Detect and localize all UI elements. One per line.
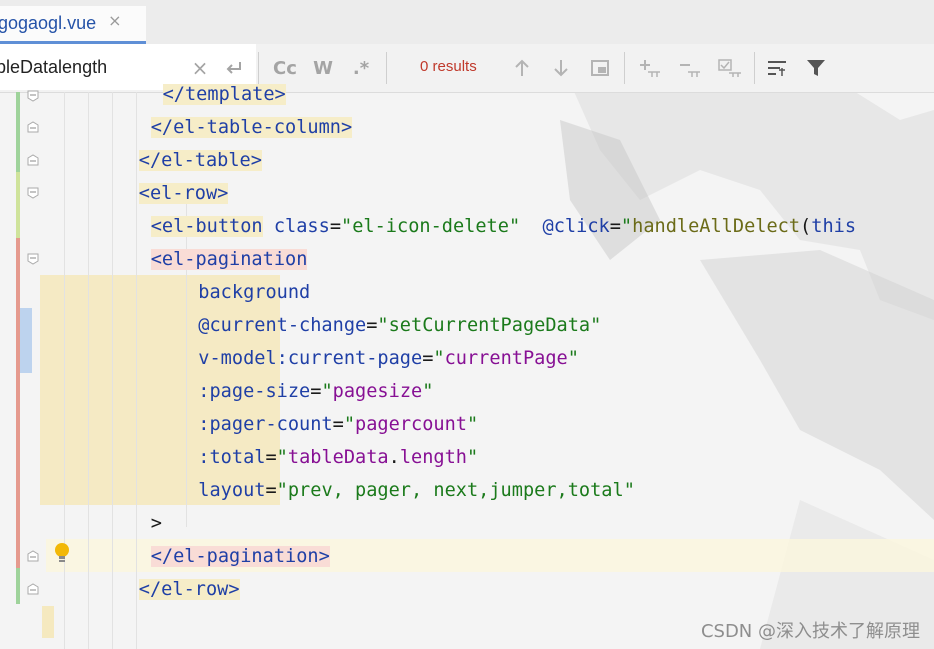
code-token: ": [433, 348, 445, 369]
code-token: ": [467, 447, 479, 468]
code-line[interactable]: :pager-count="pagercount": [198, 408, 478, 441]
code-token: =: [609, 216, 621, 237]
filter-icon[interactable]: [803, 54, 829, 82]
regex-icon[interactable]: .*: [348, 54, 374, 82]
code-token: <el-pagination: [150, 249, 308, 270]
code-line[interactable]: <el-button class="el-icon-delete" @click…: [150, 210, 857, 243]
code-token: handleAllDelect: [632, 216, 801, 237]
code-token: :page-size: [198, 381, 311, 402]
code-token: <el-button: [150, 216, 263, 237]
file-tab[interactable]: gogaogl.vue ×: [0, 6, 146, 44]
code-token: ": [620, 216, 633, 237]
next-occurrence-icon[interactable]: [549, 54, 573, 82]
words-icon[interactable]: W: [310, 54, 336, 82]
code-line[interactable]: layout="prev, pager, next,jumper,total": [198, 474, 635, 507]
code-editor[interactable]: </template> </el-table-column> </el-table>…: [0, 84, 934, 649]
code-token: @click: [542, 216, 610, 237]
add-selection-icon[interactable]: [636, 54, 664, 82]
code-token: ": [276, 447, 288, 468]
code-token: ": [567, 348, 579, 369]
code-line[interactable]: v-model:current-page="currentPage": [198, 342, 579, 375]
code-token: (: [800, 216, 812, 237]
editor-gutter: [0, 90, 46, 649]
fold-icon[interactable]: [27, 253, 39, 265]
editor-tab-bar: gogaogl.vue ×: [0, 0, 934, 45]
select-all-icon[interactable]: [588, 54, 612, 82]
code-token: v-model:current-page: [198, 348, 423, 369]
fold-icon[interactable]: [27, 550, 39, 562]
results-count: 0 results: [420, 58, 477, 75]
code-token: </el-pagination>: [150, 546, 330, 567]
code-line[interactable]: <el-pagination: [150, 243, 308, 276]
code-token: currentPage: [444, 348, 568, 369]
file-tab-label: gogaogl.vue: [0, 13, 97, 33]
code-token: layout: [198, 480, 266, 501]
find-bar: × Cc W .* 0 results: [0, 44, 934, 93]
code-line[interactable]: </el-pagination>: [150, 540, 330, 573]
close-icon[interactable]: ×: [108, 11, 121, 30]
code-token: :total: [198, 447, 266, 468]
code-token: >: [150, 513, 162, 534]
code-token: :pager-count: [198, 414, 333, 435]
code-line[interactable]: </template>: [162, 78, 286, 111]
code-token: =: [366, 315, 378, 336]
code-token: "setCurrentPageData": [377, 315, 602, 336]
code-line[interactable]: </el-table-column>: [150, 111, 353, 144]
fold-icon[interactable]: [27, 154, 39, 166]
code-line[interactable]: :page-size="pagesize": [198, 375, 433, 408]
code-line[interactable]: </el-row>: [138, 573, 240, 606]
code-token: =: [265, 480, 277, 501]
code-token: @current-change: [198, 315, 367, 336]
code-token: class: [273, 216, 330, 237]
code-token: </el-table-column>: [150, 117, 353, 138]
code-token: </template>: [162, 84, 286, 105]
code-line[interactable]: <el-row>: [138, 177, 229, 210]
code-token: .: [388, 447, 400, 468]
code-token: <el-row>: [138, 183, 229, 204]
toggle-selection-icon[interactable]: [715, 54, 745, 82]
code-line[interactable]: background: [198, 276, 310, 309]
code-token: background: [198, 282, 311, 303]
code-token: tableData: [287, 447, 389, 468]
code-token: =: [332, 414, 344, 435]
code-token: ": [467, 414, 479, 435]
fold-icon[interactable]: [27, 187, 39, 199]
code-token: </el-row>: [138, 579, 240, 600]
filter-options-icon[interactable]: [764, 54, 790, 82]
code-token: =: [265, 447, 277, 468]
code-line[interactable]: @current-change="setCurrentPageData": [198, 309, 601, 342]
code-token: =: [310, 381, 322, 402]
code-token: "el-icon-delete": [341, 216, 521, 237]
code-token: pagercount: [355, 414, 467, 435]
code-token: ": [422, 381, 434, 402]
fold-icon[interactable]: [27, 121, 39, 133]
code-token: pagesize: [332, 381, 423, 402]
code-token: this: [811, 216, 857, 237]
code-token: "prev, pager, next,jumper,total": [276, 480, 635, 501]
code-line[interactable]: :total="tableData.length": [198, 441, 478, 474]
watermark: CSDN @深入技术了解原理: [700, 621, 920, 642]
fold-icon[interactable]: [27, 90, 39, 102]
code-token: length: [399, 447, 467, 468]
code-token: ": [343, 414, 356, 435]
code-token: </el-table>: [138, 150, 262, 171]
prev-occurrence-icon[interactable]: [510, 54, 534, 82]
code-token: =: [422, 348, 434, 369]
code-token: ": [321, 381, 333, 402]
fold-icon[interactable]: [27, 583, 39, 595]
remove-selection-icon[interactable]: [676, 54, 704, 82]
code-token: =: [329, 216, 342, 237]
lightbulb-icon[interactable]: [54, 542, 70, 564]
code-line[interactable]: </el-table>: [138, 144, 262, 177]
code-line[interactable]: >: [151, 507, 162, 540]
fold-region-marker: [42, 606, 54, 638]
